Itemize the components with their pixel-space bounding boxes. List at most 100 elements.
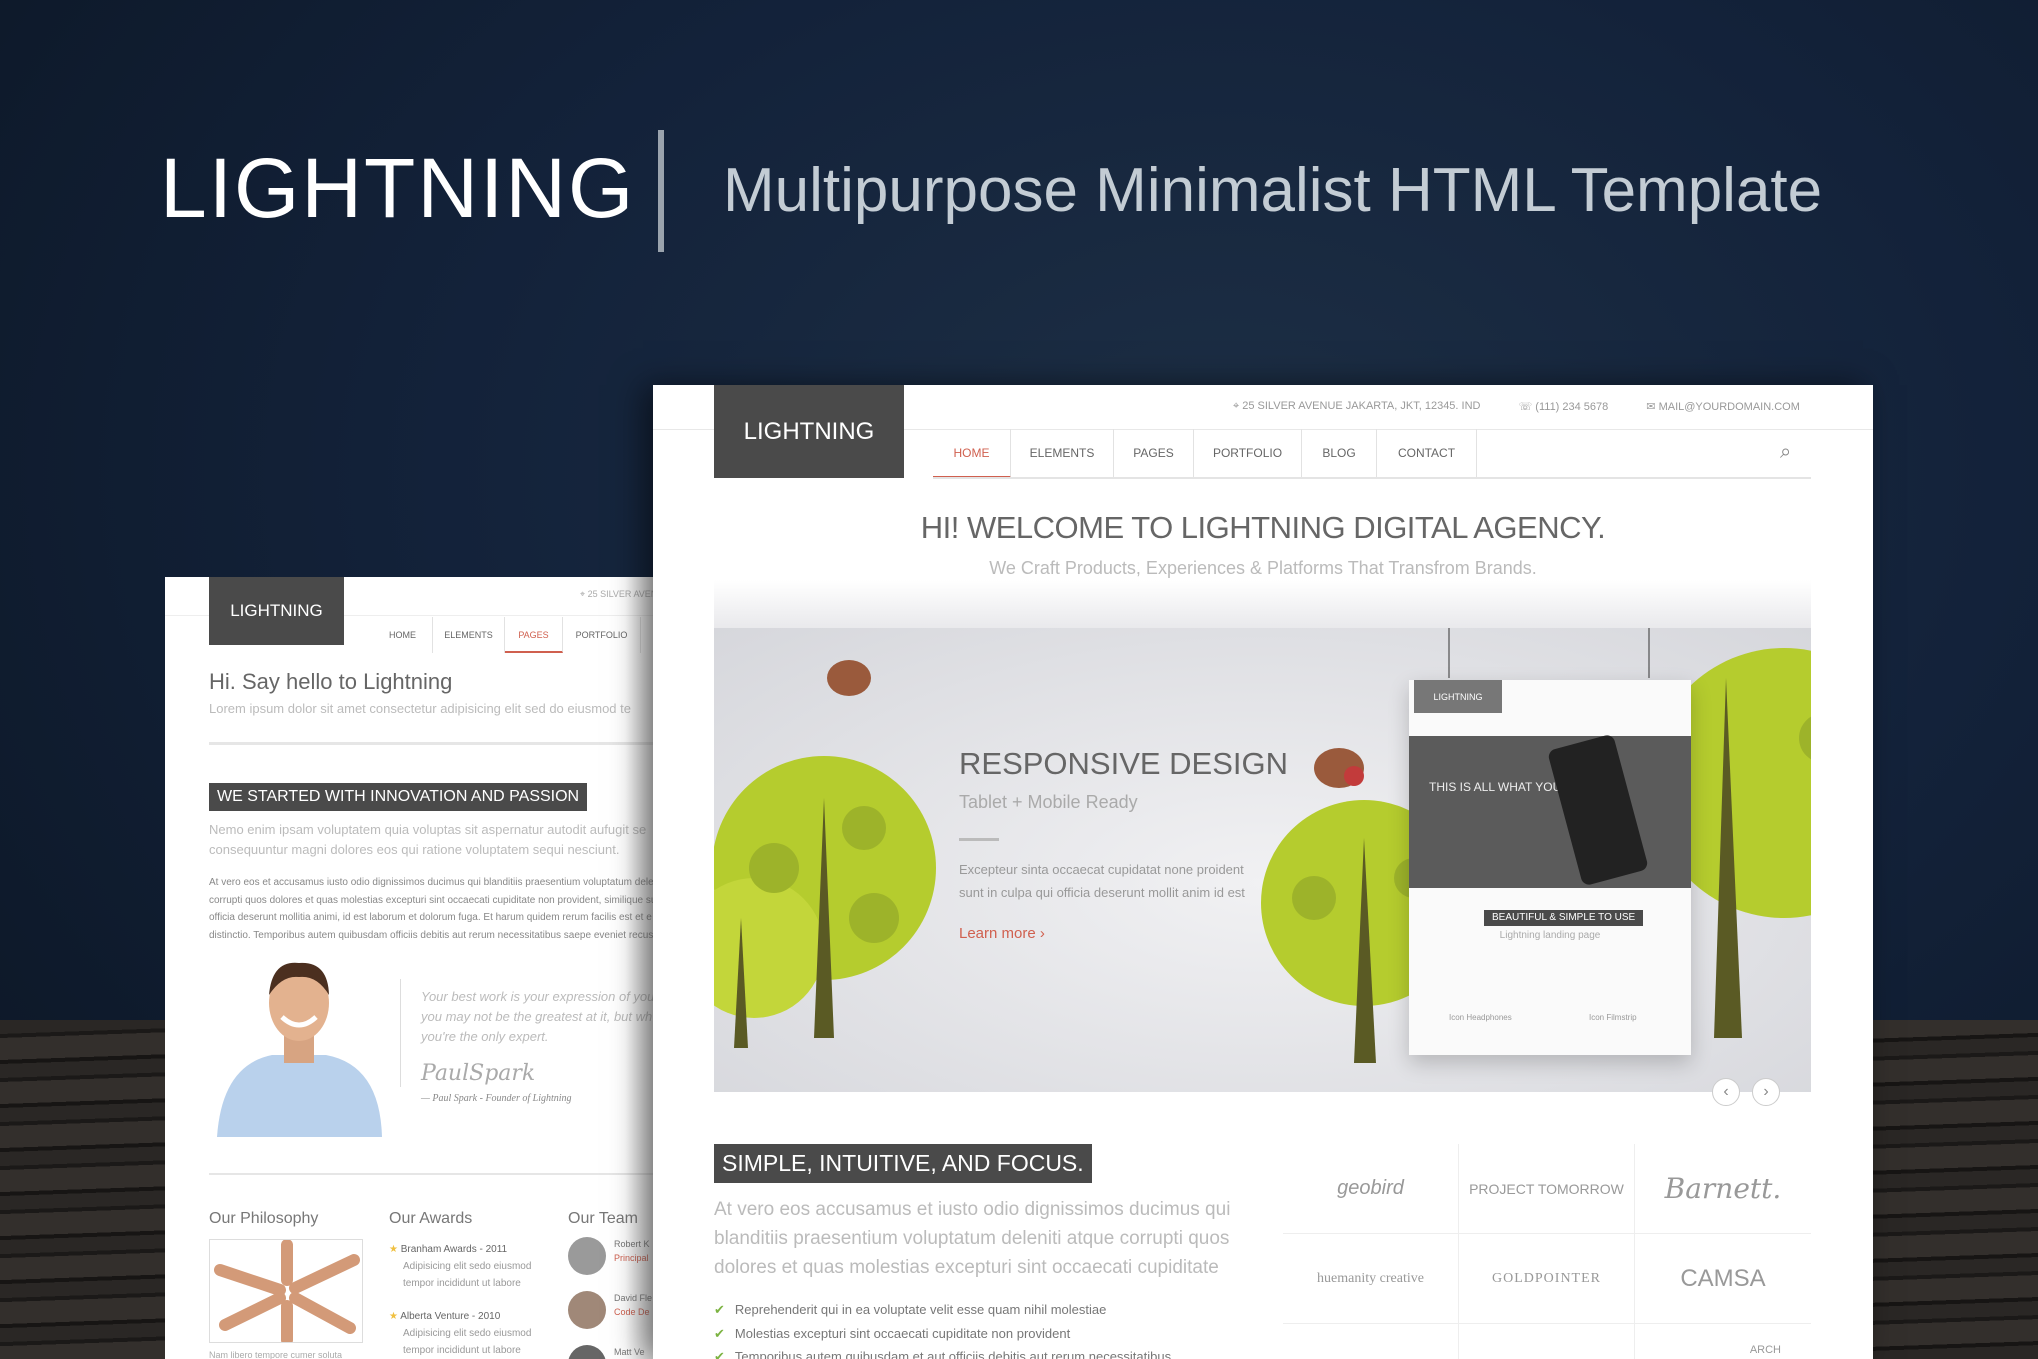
body-line: officia deserunt mollitia animi, id est … bbox=[209, 912, 652, 923]
avatar bbox=[568, 1291, 606, 1329]
check-icon: ✔ bbox=[714, 1302, 725, 1317]
client-logo-project-tomorrow[interactable]: PROJECT TOMORROW bbox=[1459, 1144, 1635, 1234]
lead-line: Nemo enim ipsam voluptatem quia voluptas… bbox=[209, 822, 647, 837]
section-title: WE STARTED WITH INNOVATION AND PASSION bbox=[209, 783, 588, 811]
philosophy-text: Nam libero tempore cumer soluta bbox=[209, 1350, 343, 1359]
body-text: At vero eos et accusamus iusto odio dign… bbox=[209, 874, 656, 944]
quote: Your best work is your expression of you… bbox=[421, 987, 659, 1047]
slide-text-line: sunt in culpa qui officia deserunt molli… bbox=[959, 885, 1245, 900]
nav-blog[interactable]: BLOG bbox=[1302, 429, 1377, 478]
client-logo-barnett[interactable]: Barnett. bbox=[1635, 1144, 1811, 1234]
section-text-line: dolores et quas molestias excepturi sint… bbox=[714, 1257, 1219, 1278]
client-logo-arch[interactable]: ARCH bbox=[1635, 1324, 1811, 1359]
address-text: 25 SILVER AVENUE JAKARTA, JKT, 12345. IN… bbox=[1242, 400, 1481, 412]
star-icon: ★ bbox=[389, 1311, 401, 1322]
client-logo-geobird[interactable]: geobird bbox=[1283, 1144, 1459, 1234]
hero-title: LIGHTNING bbox=[160, 141, 636, 235]
logo[interactable]: LIGHTNING bbox=[714, 385, 904, 478]
bullet-text: Molestias excepturi sint occaecati cupid… bbox=[734, 1326, 1071, 1341]
mockup-feature: Icon Headphones bbox=[1449, 1013, 1512, 1022]
check-icon: ✔ bbox=[714, 1349, 725, 1359]
signature: PaulSpark bbox=[421, 1061, 536, 1086]
hero-slider: RESPONSIVE DESIGN Tablet + Mobile Ready … bbox=[714, 628, 1811, 1092]
welcome-tagline: We Craft Products, Experiences & Platfor… bbox=[989, 558, 1537, 578]
welcome-heading: HI! WELCOME TO LIGHTNING DIGITAL AGENCY. bbox=[920, 510, 1606, 545]
section-title: SIMPLE, INTUITIVE, AND FOCUS. bbox=[714, 1144, 1092, 1183]
mail-icon: ✉ bbox=[1646, 401, 1659, 413]
email-link[interactable]: MAIL@YOURDOMAIN.COM bbox=[1659, 401, 1800, 413]
slide-subtitle: Tablet + Mobile Ready bbox=[959, 792, 1138, 812]
chevron-right-icon: › bbox=[1039, 925, 1045, 942]
client-logo[interactable] bbox=[1283, 1324, 1459, 1359]
lead-text: Nemo enim ipsam voluptatem quia voluptas… bbox=[209, 820, 646, 860]
body-line: distinctio. Temporibus autem quibusdam o… bbox=[209, 929, 654, 941]
page-subheading: Lorem ipsum dolor sit amet consectetur a… bbox=[209, 701, 631, 716]
award-desc: Adipisicing elit sedo eiusmod bbox=[403, 1328, 532, 1339]
bullet-text: Temporibus autem quibusdam et aut offici… bbox=[734, 1349, 1172, 1359]
back-page-preview: LIGHTNING ⌖ 25 SILVER AVENUE HOME ELEMEN… bbox=[165, 577, 685, 1359]
logo[interactable]: LIGHTNING bbox=[209, 577, 344, 645]
body-line: At vero eos et accusamus iusto odio dign… bbox=[209, 877, 654, 888]
slide-text: Excepteur sinta occaecat cupidatat none … bbox=[959, 858, 1245, 904]
slide-title: RESPONSIVE DESIGN bbox=[959, 746, 1289, 781]
body-line: corrupti quos dolores et quas molestias … bbox=[209, 894, 657, 906]
slider-prev-button[interactable]: ‹ bbox=[1712, 1078, 1740, 1106]
search-icon[interactable]: ⌕ bbox=[1780, 441, 1791, 464]
nav-elements[interactable]: ELEMENTS bbox=[1011, 429, 1114, 478]
mockup-logo: LIGHTNING bbox=[1414, 680, 1502, 713]
quote-line: you're the only expert. bbox=[421, 1029, 549, 1044]
awards-heading: Our Awards bbox=[389, 1210, 473, 1227]
phone-icon: ☏ bbox=[1518, 401, 1536, 413]
avatar bbox=[568, 1345, 606, 1359]
award-item: ★ Branham Awards - 2011 Adipisicing elit… bbox=[389, 1241, 531, 1292]
lead-line: consequuntur magni dolores eos qui ratio… bbox=[209, 842, 620, 857]
award-item: ★ Alberta Venture - 2010 Adipisicing eli… bbox=[389, 1308, 531, 1359]
slider-top-fade bbox=[714, 580, 1811, 628]
nav-pages[interactable]: PAGES bbox=[505, 617, 563, 653]
front-page-preview: LIGHTNING ⌖ 25 SILVER AVENUE JAKARTA, JK… bbox=[653, 385, 1873, 1359]
slide-divider bbox=[959, 838, 999, 841]
avatar bbox=[568, 1237, 606, 1275]
address: ⌖ 25 SILVER AVENUE JAKARTA, JKT, 12345. … bbox=[1233, 400, 1480, 413]
email[interactable]: ✉ MAIL@YOURDOMAIN.COM bbox=[1646, 400, 1800, 413]
nav-elements[interactable]: ELEMENTS bbox=[433, 617, 505, 653]
check-icon: ✔ bbox=[714, 1326, 725, 1341]
philosophy-heading: Our Philosophy bbox=[209, 1210, 319, 1227]
client-logo[interactable] bbox=[1459, 1324, 1635, 1359]
nav-underline bbox=[933, 477, 1811, 479]
client-logo-goldpointer[interactable]: GOLDPOINTER bbox=[1459, 1234, 1635, 1324]
chevron-left-icon: ‹ bbox=[1723, 1083, 1729, 1100]
divider bbox=[209, 1173, 685, 1175]
philosophy-image bbox=[209, 1239, 363, 1343]
chevron-right-icon: › bbox=[1763, 1083, 1769, 1100]
section-text: At vero eos accusamus et iusto odio dign… bbox=[714, 1195, 1230, 1282]
quote-border bbox=[400, 979, 401, 1087]
contact-bar: ⌖ 25 SILVER AVENUE JAKARTA, JKT, 12345. … bbox=[1233, 400, 1800, 413]
learn-more-label[interactable]: Learn more bbox=[959, 925, 1036, 942]
phone: ☏ (111) 234 5678 bbox=[1518, 400, 1608, 413]
learn-more-link[interactable]: Learn more › bbox=[959, 925, 1045, 942]
slide-text-line: Excepteur sinta occaecat cupidatat none … bbox=[959, 862, 1244, 877]
divider bbox=[209, 742, 685, 745]
location-icon: ⌖ bbox=[1233, 400, 1243, 412]
nav-pages[interactable]: PAGES bbox=[1114, 429, 1194, 478]
star-icon: ★ bbox=[389, 1244, 401, 1255]
client-logo-camsa[interactable]: CAMSA bbox=[1635, 1234, 1811, 1324]
section-text-line: blanditiis praesentium voluptatum deleni… bbox=[714, 1228, 1230, 1249]
client-logo-huemanity[interactable]: huemanity creative bbox=[1283, 1234, 1459, 1324]
award-title: Branham Awards - 2011 bbox=[400, 1244, 508, 1255]
hero-subtitle: Multipurpose Minimalist HTML Template bbox=[723, 156, 1823, 225]
award-desc: Adipisicing elit sedo eiusmod bbox=[403, 1261, 532, 1272]
quote-line: you may not be the greatest at it, but w… bbox=[421, 1009, 653, 1024]
mockup-feature: Icon Filmstrip bbox=[1589, 1013, 1637, 1022]
award-desc: tempor incididunt ut labore bbox=[403, 1345, 521, 1356]
nav-home[interactable]: HOME bbox=[373, 617, 433, 653]
slider-next-button[interactable]: › bbox=[1752, 1078, 1780, 1106]
attribution: — Paul Spark - Founder of Lightning bbox=[421, 1093, 572, 1104]
hero-divider bbox=[658, 130, 664, 252]
nav-portfolio[interactable]: PORTFOLIO bbox=[1194, 429, 1302, 478]
mockup-sub: Lightning landing page bbox=[1499, 930, 1601, 941]
nav-contact[interactable]: CONTACT bbox=[1377, 429, 1477, 478]
section-text-line: At vero eos accusamus et iusto odio dign… bbox=[714, 1199, 1231, 1220]
nav-home[interactable]: HOME bbox=[933, 429, 1011, 478]
